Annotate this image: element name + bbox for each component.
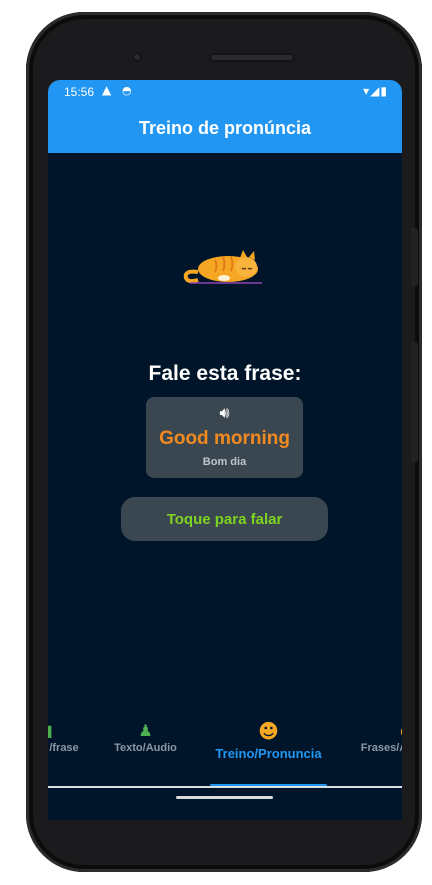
home-indicator[interactable] bbox=[176, 796, 273, 799]
nav-label-texto-audio: Texto/Audio bbox=[114, 742, 177, 754]
phrase-card: 🔊︎ Good morning Bom dia bbox=[146, 397, 303, 478]
page-title: Treino de pronúncia bbox=[138, 118, 312, 138]
text-audio-icon: ♟ bbox=[138, 721, 153, 740]
front-camera bbox=[132, 52, 142, 62]
bottom-navigation: ▮ /frase ♟ Texto/Audio ☻ Treino/Pronunci… bbox=[48, 720, 402, 792]
app-screen: 15:56 ▲ ◓ ▾◢▮ Treino de pronúncia Fale e… bbox=[48, 80, 402, 820]
nav-label-frase: /frase bbox=[49, 742, 79, 754]
app-bar: Treino de pronúncia bbox=[48, 104, 402, 153]
sleeping-cat-illustration bbox=[183, 250, 262, 284]
tap-to-speak-button[interactable]: Toque para falar bbox=[121, 497, 328, 541]
status-bar: 15:56 ▲ ◓ ▾◢▮ bbox=[48, 80, 402, 104]
speaker-icon[interactable]: 🔊︎ bbox=[146, 403, 303, 423]
phrase-translation: Bom dia bbox=[202, 456, 247, 468]
nav-item-treino-pronuncia[interactable]: ☻ Treino/Pronuncia bbox=[208, 720, 329, 792]
status-time: 15:56 bbox=[64, 85, 95, 99]
tap-to-speak-label: Toque para falar bbox=[166, 510, 283, 528]
status-icons: ▾◢▮ bbox=[363, 84, 388, 98]
nav-item-frases[interactable]: ● Frases/A bbox=[354, 720, 402, 792]
nav-item-frase[interactable]: ▮ /frase bbox=[48, 720, 84, 792]
power-button bbox=[411, 228, 418, 286]
nav-divider bbox=[48, 786, 402, 788]
earpiece-speaker bbox=[209, 53, 295, 62]
nav-item-texto-audio[interactable]: ♟ Texto/Audio bbox=[108, 720, 183, 792]
battery-icon: ▮ bbox=[380, 84, 388, 98]
warning-icon: ▲ bbox=[102, 83, 112, 97]
phrase-icon: ▮ bbox=[48, 721, 53, 740]
sync-icon: ◓ bbox=[122, 84, 132, 97]
phrases-icon: ● bbox=[354, 720, 402, 742]
prompt-heading: Fale esta frase: bbox=[148, 362, 302, 385]
nav-label-treino-pronuncia: Treino/Pronuncia bbox=[215, 746, 322, 761]
pronunciation-icon: ☻ bbox=[258, 719, 279, 743]
phrase-text: Good morning bbox=[159, 428, 290, 449]
signal-icon: ◢ bbox=[370, 84, 381, 98]
nav-label-frases: Frases/A bbox=[360, 742, 402, 754]
volume-button bbox=[411, 342, 418, 462]
